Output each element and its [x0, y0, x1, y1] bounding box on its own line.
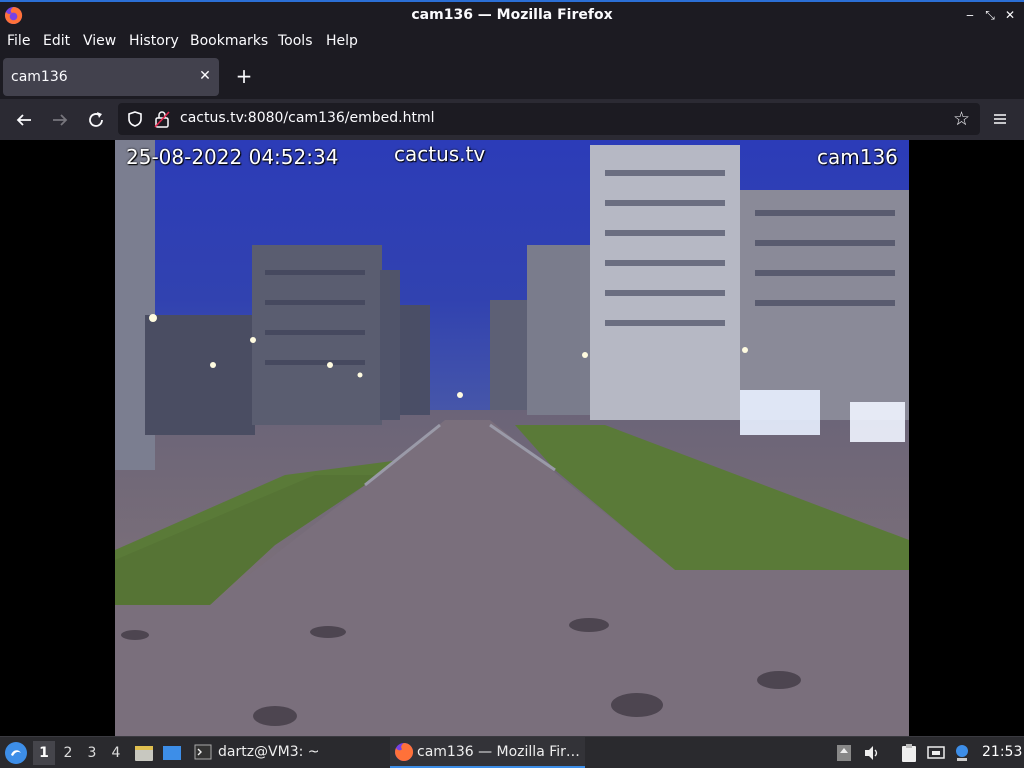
- tab-cam136[interactable]: cam136 ✕: [3, 58, 219, 96]
- workspace-4[interactable]: 4: [105, 741, 127, 765]
- task-terminal[interactable]: dartz@VM3: ~: [192, 737, 372, 768]
- task-terminal-label: dartz@VM3: ~: [218, 744, 320, 760]
- show-desktop-icon[interactable]: [161, 742, 183, 764]
- reload-icon[interactable]: [85, 109, 107, 131]
- firefox-icon: [395, 742, 414, 761]
- back-arrow-icon[interactable]: [13, 109, 35, 131]
- menu-file[interactable]: File: [7, 33, 30, 49]
- updates-icon[interactable]: [835, 743, 853, 763]
- restore-button[interactable]: ⤡: [983, 8, 997, 22]
- terminal-icon: [194, 744, 212, 760]
- close-tab-icon[interactable]: ✕: [197, 68, 213, 84]
- forward-arrow-icon[interactable]: [49, 109, 71, 131]
- menu-edit[interactable]: Edit: [43, 33, 70, 49]
- insecure-lock-icon[interactable]: [154, 110, 170, 128]
- clock: 21:53: [982, 744, 1023, 760]
- start-menu-icon[interactable]: [4, 741, 28, 765]
- navigation-toolbar: cactus.tv:8080/cam136/embed.html ☆: [0, 99, 1024, 140]
- hamburger-menu-icon[interactable]: [990, 109, 1010, 129]
- bookmark-star-icon[interactable]: ☆: [953, 108, 970, 130]
- page-content: 25-08-2022 04:52:34 cactus.tv cam136: [0, 140, 1024, 736]
- tab-label: cam136: [11, 69, 68, 85]
- menu-history[interactable]: History: [129, 33, 179, 49]
- tab-strip: cam136 ✕ +: [0, 55, 1024, 99]
- address-bar[interactable]: cactus.tv:8080/cam136/embed.html ☆: [118, 103, 980, 135]
- menu-view[interactable]: View: [83, 33, 116, 49]
- network-icon[interactable]: [927, 743, 945, 763]
- minimize-button[interactable]: ‒: [963, 8, 977, 22]
- workspace-3[interactable]: 3: [81, 741, 103, 765]
- workspace-1[interactable]: 1: [33, 741, 55, 765]
- new-tab-button[interactable]: +: [234, 66, 254, 87]
- url-text: cactus.tv:8080/cam136/embed.html: [180, 110, 435, 126]
- tracking-protection-shield-icon[interactable]: [126, 110, 144, 128]
- camera-scene-image: [115, 140, 909, 736]
- camera-timestamp: 25-08-2022 04:52:34: [126, 145, 339, 169]
- menu-help[interactable]: Help: [326, 33, 358, 49]
- task-firefox-label: cam136 — Mozilla Fir…: [417, 744, 580, 760]
- camera-brand: cactus.tv: [394, 142, 486, 166]
- menu-bar: File Edit View History Bookmarks Tools H…: [0, 29, 1024, 55]
- volume-icon[interactable]: [863, 743, 881, 763]
- camera-stream-video[interactable]: 25-08-2022 04:52:34 cactus.tv cam136: [115, 140, 909, 736]
- window-title: cam136 — Mozilla Firefox: [411, 7, 613, 23]
- workspace-2[interactable]: 2: [57, 741, 79, 765]
- taskbar: 1 2 3 4 dartz@VM3: ~ cam136 — Mozilla Fi…: [0, 736, 1024, 768]
- file-manager-icon[interactable]: [133, 742, 155, 764]
- notification-icon[interactable]: [953, 743, 971, 763]
- menu-tools[interactable]: Tools: [278, 33, 313, 49]
- close-window-button[interactable]: ✕: [1003, 8, 1017, 22]
- camera-name: cam136: [817, 145, 898, 169]
- menu-bookmarks[interactable]: Bookmarks: [190, 33, 268, 49]
- window-titlebar: cam136 — Mozilla Firefox ‒ ⤡ ✕: [0, 0, 1024, 29]
- task-firefox[interactable]: cam136 — Mozilla Fir…: [390, 737, 585, 768]
- clipboard-icon[interactable]: [900, 743, 918, 763]
